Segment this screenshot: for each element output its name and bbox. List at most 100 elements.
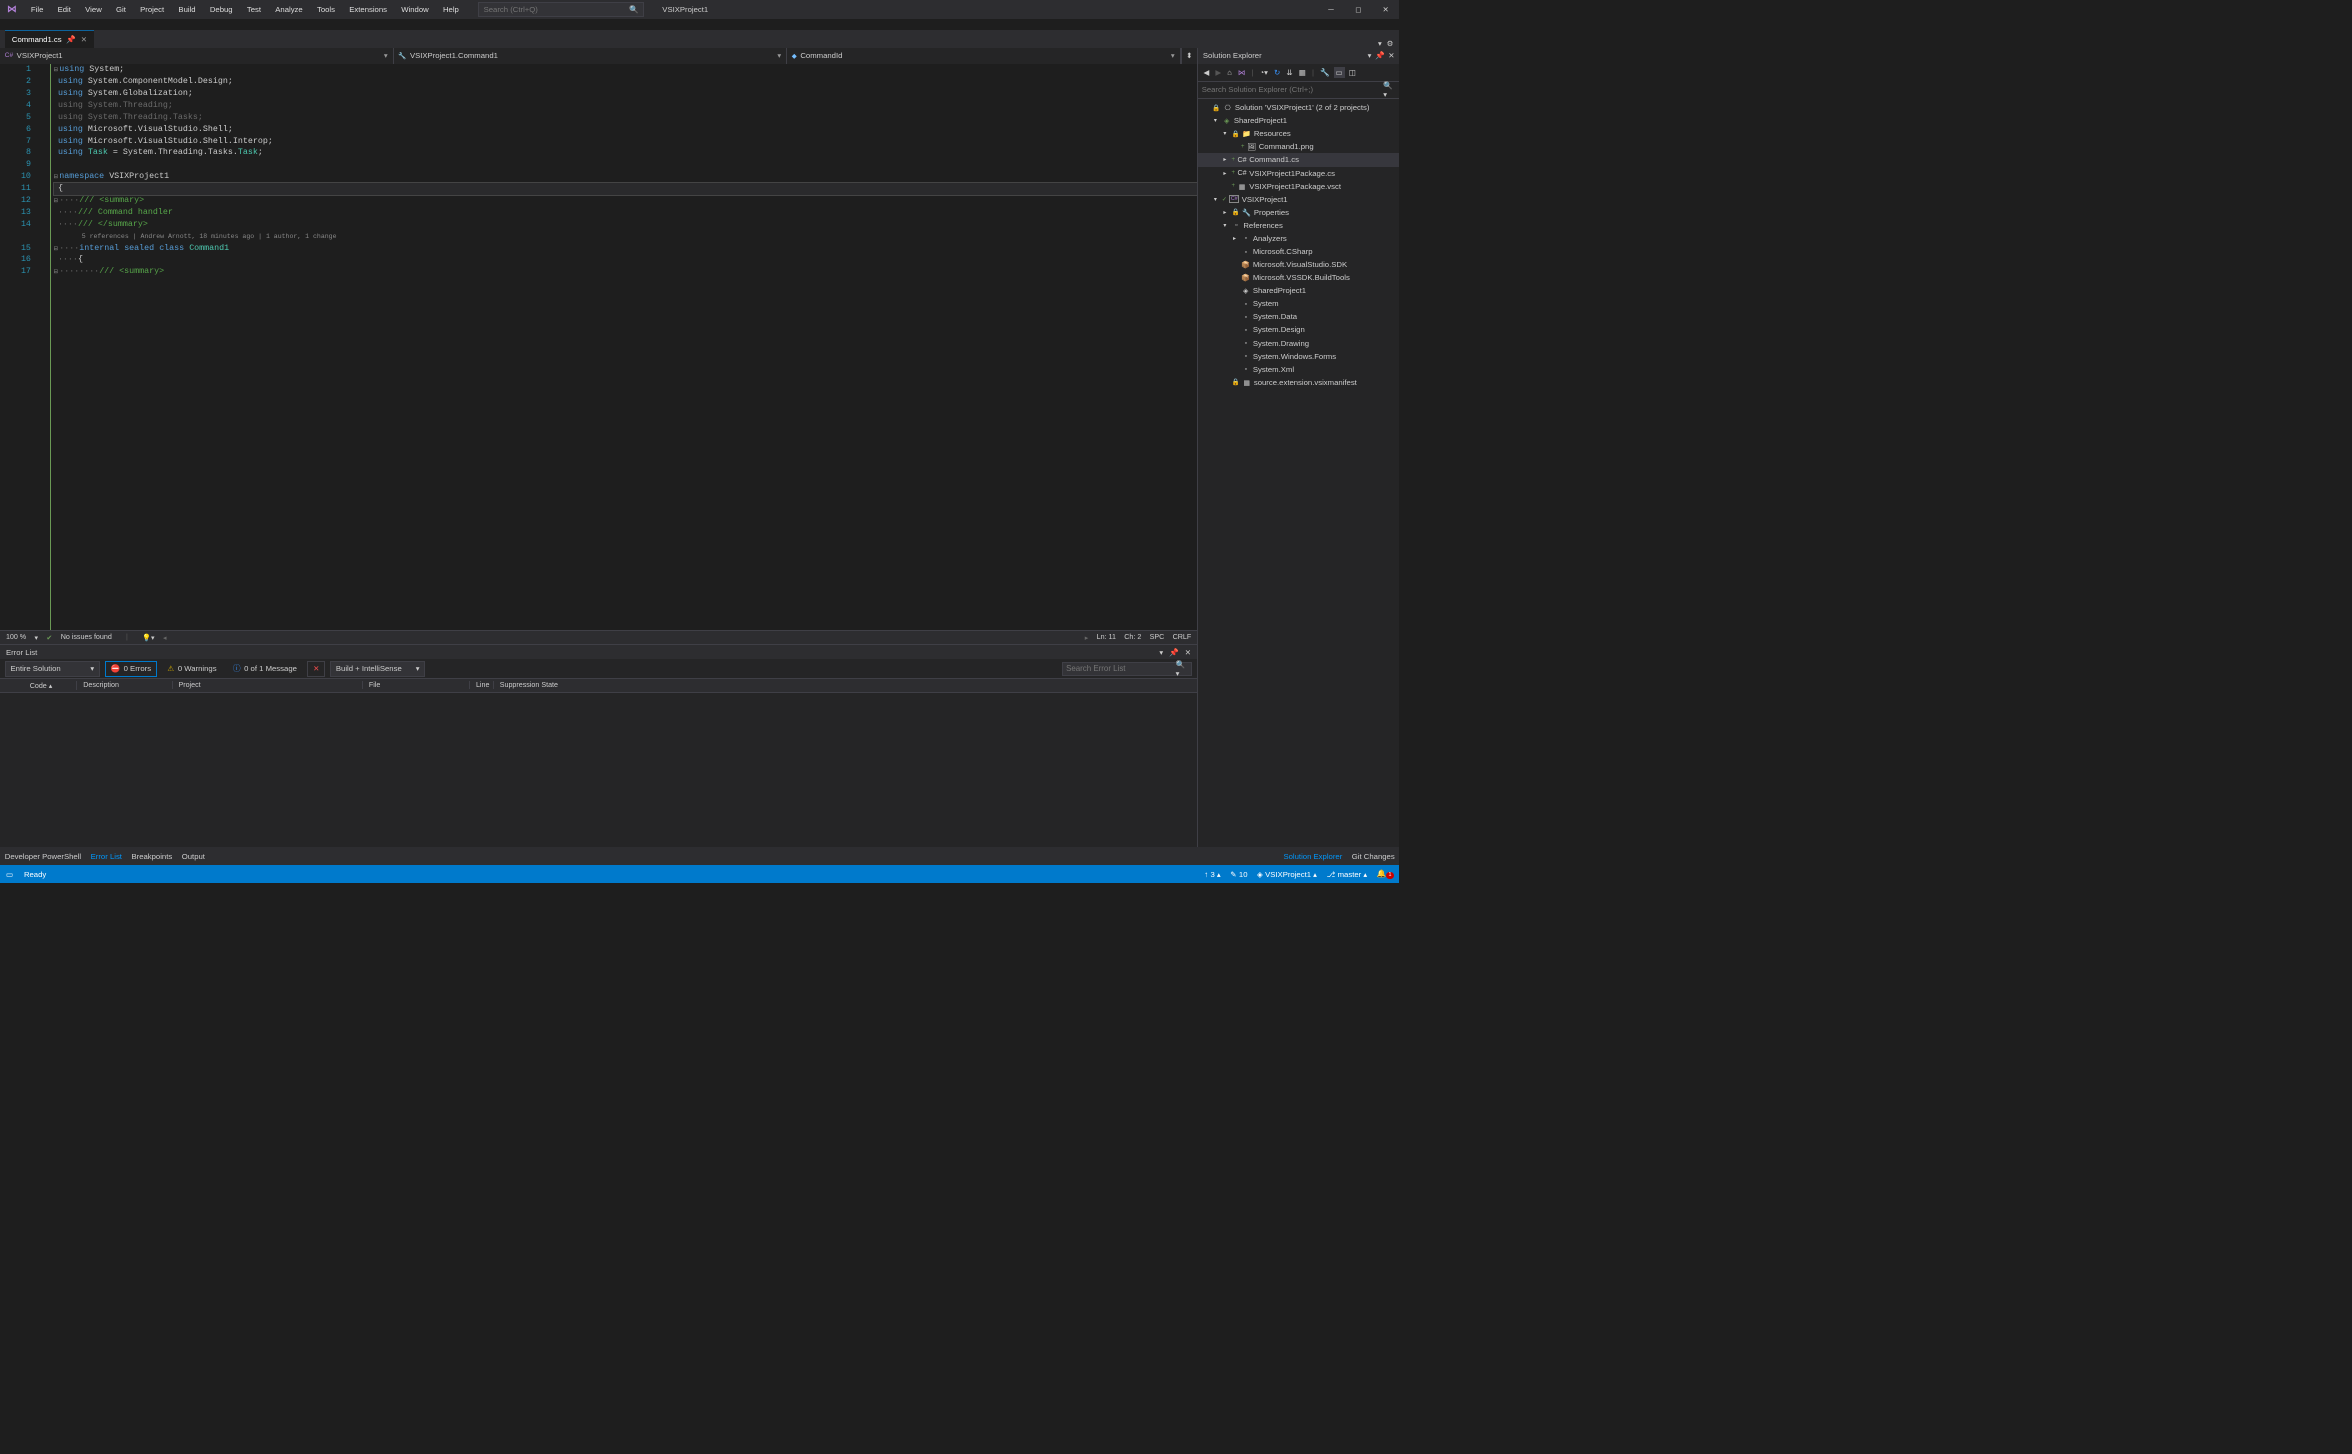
panel-dropdown-icon[interactable]: ▾ (1159, 648, 1163, 657)
document-tab[interactable]: Command1.cs 📌 ✕ (5, 31, 95, 48)
line-indicator[interactable]: Ln: 11 (1097, 633, 1116, 641)
show-all-files-icon[interactable]: ▦ (1297, 67, 1308, 78)
bottom-tab[interactable]: Git Changes (1352, 852, 1395, 861)
split-editor-icon[interactable]: ⬍ (1181, 48, 1198, 65)
error-mode-dropdown[interactable]: Build + IntelliSense▾ (330, 661, 425, 676)
panel-close-icon[interactable]: ✕ (1185, 648, 1191, 657)
tree-item[interactable]: ▫System.Xml (1198, 363, 1399, 376)
project-indicator[interactable]: ◈ VSIXProject1 ▴ (1257, 870, 1317, 879)
nav-member-dropdown[interactable]: ◆CommandId▾ (787, 48, 1181, 65)
panel-pin-icon[interactable]: 📌 (1169, 648, 1179, 657)
forward-icon[interactable]: ▶ (1214, 67, 1224, 78)
nav-project-dropdown[interactable]: C#VSIXProject1▾ (0, 48, 394, 65)
menu-build[interactable]: Build (171, 0, 202, 19)
branch-indicator[interactable]: ⎇ master ▴ (1327, 870, 1368, 879)
menu-file[interactable]: File (24, 0, 51, 19)
tree-item[interactable]: ▫System.Drawing (1198, 337, 1399, 350)
collapse-all-icon[interactable]: ⇊ (1285, 67, 1295, 78)
col-line[interactable]: Line (470, 681, 494, 689)
search-icon[interactable]: 🔍▾ (1383, 81, 1396, 99)
col-description[interactable]: Description (77, 681, 172, 689)
menu-extensions[interactable]: Extensions (342, 0, 394, 19)
zoom-down-icon[interactable]: ▾ (34, 633, 38, 642)
quick-launch-input[interactable] (484, 5, 629, 14)
bottom-tab[interactable]: Error List (91, 852, 122, 861)
tree-item[interactable]: ▾🔒📁Resources (1198, 127, 1399, 140)
tab-pin-icon[interactable]: 📌 (66, 35, 76, 44)
menu-help[interactable]: Help (436, 0, 466, 19)
tree-item[interactable]: ▾▫References (1198, 219, 1399, 232)
push-indicator[interactable]: ↑ 3 ▴ (1204, 870, 1220, 879)
tree-item[interactable]: ▸▫Analyzers (1198, 232, 1399, 245)
bottom-tab[interactable]: Output (182, 852, 205, 861)
lightbulb-icon[interactable]: 💡▾ (142, 633, 154, 642)
bottom-tab[interactable]: Developer PowerShell (5, 852, 81, 861)
col-file[interactable]: File (363, 681, 470, 689)
panel-pin-icon[interactable]: 📌 (1375, 51, 1385, 60)
preview-selected-icon[interactable]: ▭ (1334, 67, 1345, 78)
home-icon[interactable]: ⌂ (1225, 67, 1233, 78)
col-code[interactable]: Code ▴ (24, 681, 78, 690)
switch-views-icon[interactable]: ⋈ (1236, 67, 1247, 78)
eol-indicator[interactable]: CRLF (1173, 633, 1192, 641)
tab-close-icon[interactable]: ✕ (81, 35, 87, 44)
menu-view[interactable]: View (78, 0, 109, 19)
tree-item[interactable]: ▫Microsoft.CSharp (1198, 245, 1399, 258)
nav-class-dropdown[interactable]: 🔧VSIXProject1.Command1▾ (394, 48, 788, 65)
bottom-tab[interactable]: Breakpoints (131, 852, 172, 861)
editor-body[interactable]: 1234567891011121314151617 ⊟using System;… (0, 64, 1197, 630)
back-icon[interactable]: ◀ (1202, 67, 1212, 78)
solution-explorer-search[interactable]: 🔍▾ (1198, 82, 1399, 99)
tree-item[interactable]: ▫System.Data (1198, 310, 1399, 323)
tree-item[interactable]: 📦Microsoft.VSSDK.BuildTools (1198, 271, 1399, 284)
maximize-button[interactable]: ◻ (1345, 0, 1372, 19)
bottom-tab[interactable]: Solution Explorer (1283, 852, 1342, 861)
sync-icon[interactable]: ↻ (1272, 67, 1282, 78)
search-icon[interactable]: 🔍 (629, 5, 639, 14)
warnings-filter[interactable]: ⚠0 Warnings (162, 661, 223, 676)
close-button[interactable]: ✕ (1372, 0, 1399, 19)
col-suppression[interactable]: Suppression State (494, 681, 1197, 689)
tree-item[interactable]: ▫System.Design (1198, 323, 1399, 336)
menu-window[interactable]: Window (394, 0, 436, 19)
pending-changes-indicator[interactable]: ✎ 10 (1230, 870, 1247, 879)
menu-debug[interactable]: Debug (203, 0, 240, 19)
tree-item[interactable]: ▫System (1198, 297, 1399, 310)
tree-item[interactable]: ▸+C#VSIXProject1Package.cs (1198, 167, 1399, 180)
menu-analyze[interactable]: Analyze (268, 0, 310, 19)
zoom-level[interactable]: 100 % (6, 633, 26, 641)
quick-launch-search[interactable]: 🔍 (478, 2, 645, 16)
messages-filter[interactable]: ⓘ0 of 1 Message (227, 661, 303, 676)
menu-project[interactable]: Project (133, 0, 171, 19)
panel-dropdown-icon[interactable]: ▾ (1368, 51, 1372, 60)
menu-edit[interactable]: Edit (50, 0, 78, 19)
clear-filter[interactable]: ✕ (307, 661, 325, 676)
tree-item[interactable]: +▦VSIXProject1Package.vsct (1198, 180, 1399, 193)
tree-item[interactable]: ◈SharedProject1 (1198, 284, 1399, 297)
menu-test[interactable]: Test (240, 0, 268, 19)
tree-item[interactable]: ▸🔒🔧Properties (1198, 206, 1399, 219)
notifications-icon[interactable]: 🔔1 (1377, 869, 1394, 879)
view-icon[interactable]: ◫ (1347, 67, 1358, 78)
tree-item[interactable]: ▾◈SharedProject1 (1198, 114, 1399, 127)
col-indicator[interactable]: Ch: 2 (1124, 633, 1141, 641)
tree-item[interactable]: ▫System.Windows.Forms (1198, 350, 1399, 363)
menu-git[interactable]: Git (109, 0, 133, 19)
tree-item[interactable]: ▸+C#Command1.cs (1198, 153, 1399, 166)
issues-label[interactable]: No issues found (61, 633, 112, 641)
menu-tools[interactable]: Tools (310, 0, 342, 19)
error-scope-dropdown[interactable]: Entire Solution▾ (5, 661, 100, 676)
tree-item[interactable]: +🖼Command1.png (1198, 140, 1399, 153)
tree-item[interactable]: 📦Microsoft.VisualStudio.SDK (1198, 258, 1399, 271)
solution-tree[interactable]: 🔒⎔Solution 'VSIXProject1' (2 of 2 projec… (1198, 99, 1399, 848)
minimize-button[interactable]: ─ (1317, 0, 1344, 19)
search-icon[interactable]: 🔍▾ (1176, 660, 1188, 678)
tree-item[interactable]: 🔒▦source.extension.vsixmanifest (1198, 376, 1399, 389)
tree-item[interactable]: 🔒⎔Solution 'VSIXProject1' (2 of 2 projec… (1198, 101, 1399, 114)
configure-tabs-icon[interactable]: ⚙ (1387, 39, 1394, 48)
error-search[interactable]: 🔍▾ (1062, 662, 1193, 676)
code-content[interactable]: ⊟using System; using System.ComponentMod… (51, 64, 1197, 630)
dropdown-icon[interactable]: ▾ (1378, 39, 1382, 48)
error-search-input[interactable] (1066, 664, 1176, 673)
panel-close-icon[interactable]: ✕ (1388, 51, 1394, 60)
